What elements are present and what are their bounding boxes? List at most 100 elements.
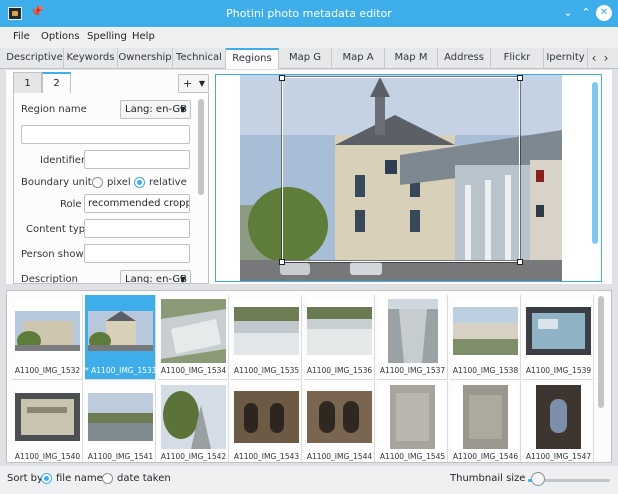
region-tab-2[interactable]: 2: [42, 72, 71, 94]
thumbnail-A1100_IMG_1534[interactable]: A1100_IMG_1534: [158, 295, 229, 380]
thumbnail-image: [453, 299, 518, 363]
region-name-field[interactable]: [21, 125, 190, 144]
region-name-lang-combo[interactable]: Lang: en-GB ▼: [120, 100, 191, 119]
menu-options[interactable]: Options: [41, 31, 80, 42]
tab-ownership[interactable]: Ownership: [118, 48, 173, 69]
thumbnail-A1100_IMG_1532[interactable]: A1100_IMG_1532: [12, 295, 83, 380]
region-form: Region name Lang: en-GB ▼ Identifier Bou…: [13, 93, 209, 284]
thumbnail-image: [380, 299, 445, 363]
tab-technical[interactable]: Technical: [173, 48, 226, 69]
close-button[interactable]: ✕: [596, 5, 612, 21]
thumbnail-image: [88, 299, 153, 363]
thumbnail-A1100_IMG_1543[interactable]: A1100_IMG_1543: [231, 381, 302, 462]
crop-handle-top-right[interactable]: [517, 75, 523, 81]
thumbnail-image: [526, 299, 591, 363]
thumbnail-A1100_IMG_1535[interactable]: A1100_IMG_1535: [231, 295, 302, 380]
sort-file-name-label[interactable]: file name: [56, 473, 103, 484]
tab-regions[interactable]: Regions: [226, 48, 279, 69]
thumbnail-image: [307, 385, 372, 449]
window-title: Photini photo metadata editor: [226, 7, 392, 20]
thumbnail-image: [15, 385, 80, 449]
unit-pixel-radio[interactable]: [92, 177, 103, 188]
thumbnail-image: [307, 299, 372, 363]
chevron-down-icon: ▼: [179, 105, 186, 114]
person-shown-label: Person shown: [21, 249, 90, 260]
tab-scroll-left-icon[interactable]: ‹: [588, 48, 600, 69]
sort-date-taken-radio[interactable]: [102, 473, 113, 484]
preview-scrollbar[interactable]: [592, 82, 598, 244]
content-type-label: Content type: [26, 224, 92, 235]
title-bar: 📌 Photini photo metadata editor ⌄ ⌃ ✕: [0, 0, 618, 27]
add-region-button[interactable]: + ▼: [178, 74, 209, 93]
sort-by-label: Sort by: [7, 473, 43, 484]
thumbnail-grid: A1100_IMG_1532 * A1100_IMG_1533 A1100_IM…: [6, 290, 612, 463]
minimize-button[interactable]: ⌄: [560, 5, 576, 21]
main-tab-bar: Descriptive Keywords Ownership Technical…: [0, 48, 618, 69]
unit-pixel-label[interactable]: pixel: [107, 177, 131, 188]
thumbnail-A1100_IMG_1547[interactable]: A1100_IMG_1547: [523, 381, 594, 462]
thumbnail-A1100_IMG_1539[interactable]: A1100_IMG_1539: [523, 295, 594, 380]
sort-file-name-radio[interactable]: [41, 473, 52, 484]
thumbnail-caption: * A1100_IMG_1533: [85, 366, 156, 375]
thumbnail-A1100_IMG_1545[interactable]: A1100_IMG_1545: [377, 381, 448, 462]
crop-handle-bottom-right[interactable]: [517, 259, 523, 265]
sort-date-taken-label[interactable]: date taken: [117, 473, 171, 484]
chevron-down-icon: ▼: [198, 79, 205, 88]
menu-file[interactable]: File: [13, 31, 30, 42]
tab-ipernity[interactable]: Ipernity: [544, 48, 588, 69]
tab-descriptive[interactable]: Descriptive: [6, 48, 64, 69]
thumbnail-image: [526, 385, 591, 449]
menu-bar: File Options Spelling Help: [0, 27, 618, 48]
region-tab-1[interactable]: 1: [13, 72, 42, 94]
content-type-field[interactable]: [84, 219, 190, 238]
region-name-label: Region name: [21, 104, 87, 115]
identifier-field[interactable]: [84, 150, 190, 169]
person-shown-field[interactable]: [84, 244, 190, 263]
thumbnail-A1100_IMG_1541[interactable]: A1100_IMG_1541: [85, 381, 156, 462]
thumbnail-A1100_IMG_1538[interactable]: A1100_IMG_1538: [450, 295, 521, 380]
thumbnail-image: [88, 385, 153, 449]
thumbnail-A1100_IMG_1537[interactable]: A1100_IMG_1537: [377, 295, 448, 380]
crop-handle-bottom-left[interactable]: [279, 259, 285, 265]
description-lang-combo[interactable]: Lang: en-GB ▼: [120, 270, 191, 284]
thumbnail-scrollbar[interactable]: [598, 296, 604, 408]
boundary-unit-label: Boundary unit: [21, 177, 92, 188]
thumbnail-A1100_IMG_1544[interactable]: A1100_IMG_1544: [304, 381, 375, 462]
thumbnail-size-label: Thumbnail size: [450, 473, 526, 484]
thumbnail-image: [161, 385, 226, 449]
unit-relative-radio[interactable]: [134, 177, 145, 188]
tab-map-a[interactable]: Map A: [332, 48, 385, 69]
thumbnail-A1100_IMG_1546[interactable]: A1100_IMG_1546: [450, 381, 521, 462]
plus-icon: +: [183, 77, 193, 90]
bottom-bar: Sort by file name date taken Thumbnail s…: [0, 466, 618, 494]
description-label: Description: [21, 274, 78, 284]
thumbnail-image: [380, 385, 445, 449]
thumbnail-A1100_IMG_1533[interactable]: * A1100_IMG_1533: [85, 295, 156, 380]
menu-spelling[interactable]: Spelling: [87, 31, 127, 42]
thumbnail-A1100_IMG_1540[interactable]: A1100_IMG_1540: [12, 381, 83, 462]
role-label: Role: [60, 199, 82, 210]
crop-handle-top-left[interactable]: [279, 75, 285, 81]
chevron-down-icon: ▼: [179, 275, 186, 284]
tab-keywords[interactable]: Keywords: [64, 48, 118, 69]
crop-region-outline[interactable]: [281, 76, 521, 263]
menu-help[interactable]: Help: [132, 31, 155, 42]
role-field[interactable]: recommended cropping: [84, 194, 190, 213]
thumbnail-image: [234, 385, 299, 449]
thumbnail-image: [234, 299, 299, 363]
thumbnail-size-slider-handle[interactable]: [530, 472, 545, 486]
unit-relative-label[interactable]: relative: [149, 177, 187, 188]
maximize-button[interactable]: ⌃: [578, 5, 594, 21]
thumbnail-A1100_IMG_1536[interactable]: A1100_IMG_1536: [304, 295, 375, 380]
tab-map-m[interactable]: Map M: [385, 48, 438, 69]
tab-scroll-right-icon[interactable]: ›: [600, 48, 612, 69]
identifier-label: Identifier: [40, 155, 86, 166]
thumbnail-A1100_IMG_1542[interactable]: A1100_IMG_1542: [158, 381, 229, 462]
thumbnail-image: [15, 299, 80, 363]
form-scrollbar[interactable]: [198, 99, 204, 195]
tab-address[interactable]: Address: [438, 48, 491, 69]
tab-flickr[interactable]: Flickr: [491, 48, 544, 69]
thumbnail-image: [161, 299, 226, 363]
tab-map-g[interactable]: Map G: [279, 48, 332, 69]
image-preview[interactable]: [215, 74, 602, 282]
